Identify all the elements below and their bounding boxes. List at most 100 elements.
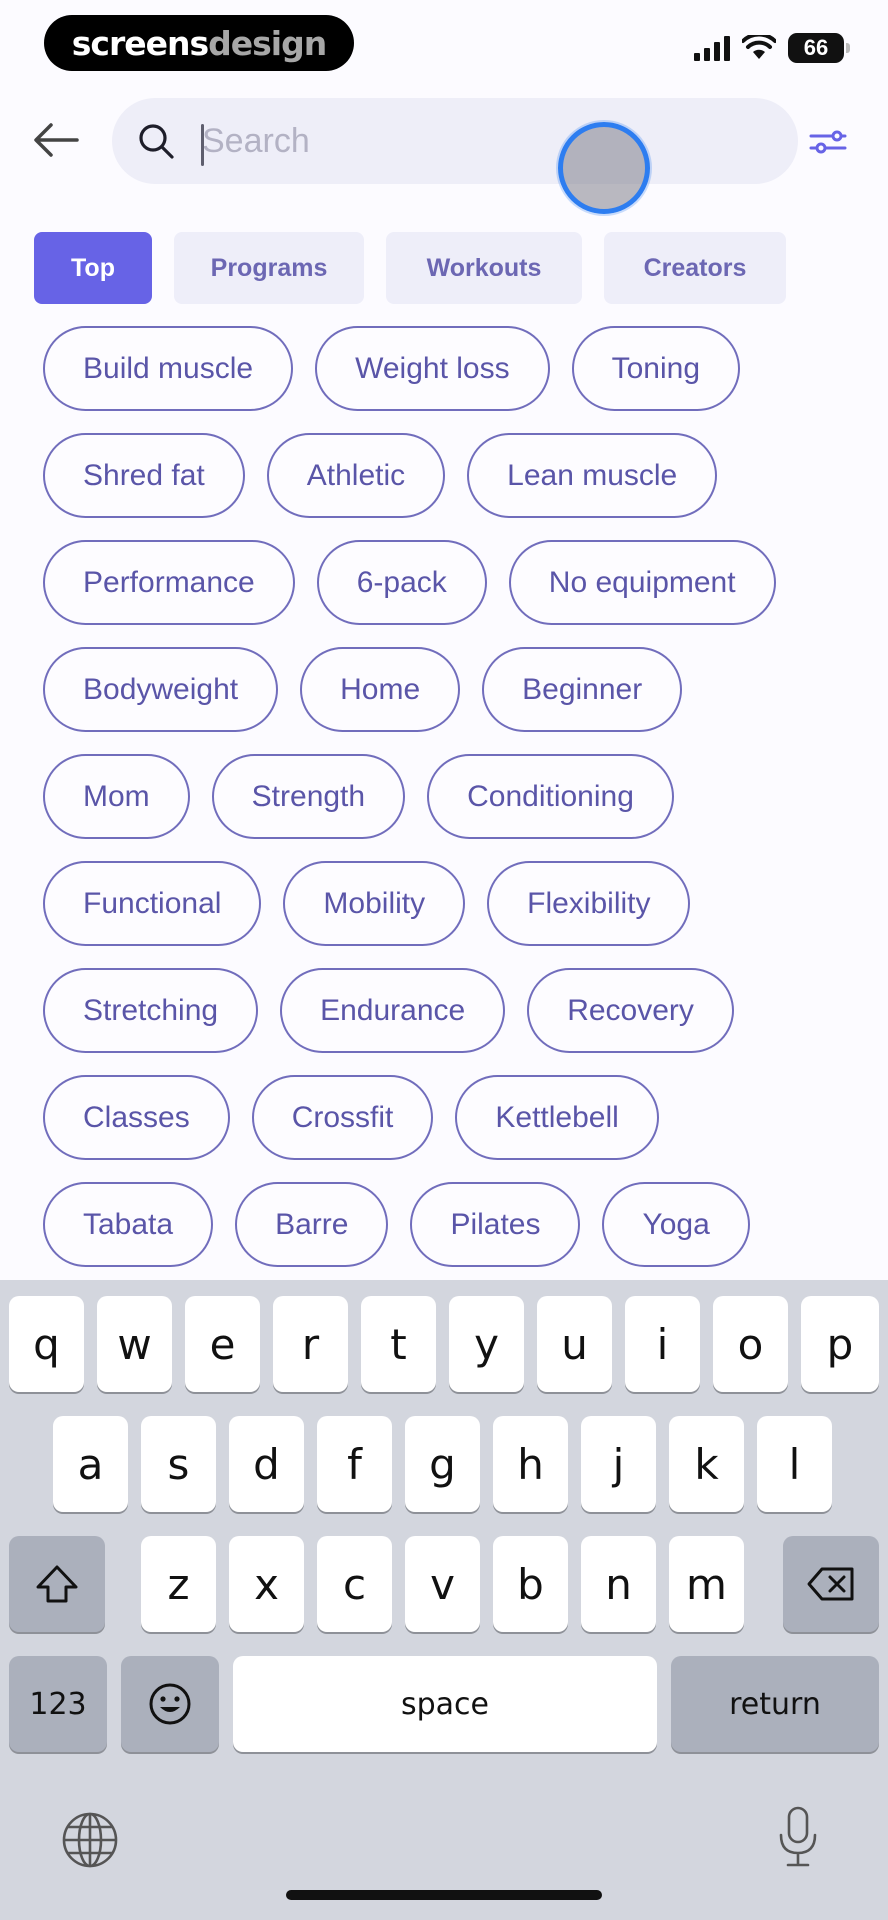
chip-mobility[interactable]: Mobility [283, 861, 466, 946]
space-key[interactable]: space [233, 1656, 657, 1752]
chip-shred-fat[interactable]: Shred fat [43, 433, 245, 518]
keyboard-row-4: 123 space return [0, 1656, 888, 1752]
chip-build-muscle[interactable]: Build muscle [43, 326, 294, 411]
chip-row: Stretching Endurance Recovery [43, 968, 863, 1075]
chip-row: Performance 6-pack No equipment [43, 540, 863, 647]
chip-mom[interactable]: Mom [43, 754, 190, 839]
chip-bodyweight[interactable]: Bodyweight [43, 647, 279, 732]
key-r[interactable]: r [273, 1296, 348, 1392]
chip-conditioning[interactable]: Conditioning [427, 754, 674, 839]
chip-barre[interactable]: Barre [235, 1182, 389, 1267]
key-c[interactable]: c [317, 1536, 392, 1632]
key-q[interactable]: q [9, 1296, 84, 1392]
key-j[interactable]: j [581, 1416, 656, 1512]
chip-recovery[interactable]: Recovery [527, 968, 734, 1053]
chip-toning[interactable]: Toning [571, 326, 740, 411]
touch-indicator [558, 122, 650, 214]
chip-classes[interactable]: Classes [43, 1075, 230, 1160]
status-bar: screens design 66 [0, 0, 888, 90]
key-m[interactable]: m [669, 1536, 744, 1632]
system-icons: 66 [694, 30, 850, 66]
chip-row: Build muscle Weight loss Toning [43, 326, 863, 433]
key-t[interactable]: t [361, 1296, 436, 1392]
chip-strength[interactable]: Strength [211, 754, 406, 839]
chip-row: Tabata Barre Pilates Yoga [43, 1182, 863, 1289]
chip-lean-muscle[interactable]: Lean muscle [467, 433, 718, 518]
onscreen-keyboard: q w e r t y u i o p a s d f g h j k l z … [0, 1280, 888, 1920]
battery-icon: 66 [788, 33, 850, 63]
key-o[interactable]: o [713, 1296, 788, 1392]
key-y[interactable]: y [449, 1296, 524, 1392]
globe-button[interactable] [60, 1810, 120, 1870]
text-caret [201, 124, 204, 166]
return-key[interactable]: return [671, 1656, 879, 1752]
chip-crossfit[interactable]: Crossfit [251, 1075, 434, 1160]
chip-kettlebell[interactable]: Kettlebell [455, 1075, 659, 1160]
chip-yoga[interactable]: Yoga [602, 1182, 750, 1267]
filter-button[interactable] [806, 120, 850, 164]
chip-weight-loss[interactable]: Weight loss [315, 326, 550, 411]
signal-icon [694, 35, 730, 61]
chip-6-pack[interactable]: 6-pack [316, 540, 487, 625]
smiley-icon [149, 1683, 191, 1725]
chip-flexibility[interactable]: Flexibility [487, 861, 691, 946]
key-p[interactable]: p [801, 1296, 879, 1392]
key-e[interactable]: e [185, 1296, 260, 1392]
home-indicator [286, 1890, 602, 1900]
key-f[interactable]: f [317, 1416, 392, 1512]
chip-athletic[interactable]: Athletic [266, 433, 446, 518]
chip-home[interactable]: Home [300, 647, 461, 732]
chip-row: Bodyweight Home Beginner [43, 647, 863, 754]
back-button[interactable] [28, 112, 84, 168]
tab-programs[interactable]: Programs [174, 232, 364, 304]
chip-endurance[interactable]: Endurance [280, 968, 506, 1053]
wifi-icon [742, 35, 776, 59]
key-x[interactable]: x [229, 1536, 304, 1632]
backspace-icon [807, 1567, 854, 1601]
key-k[interactable]: k [669, 1416, 744, 1512]
chip-performance[interactable]: Performance [43, 540, 295, 625]
key-i[interactable]: i [625, 1296, 700, 1392]
chip-stretching[interactable]: Stretching [43, 968, 259, 1053]
chip-tabata[interactable]: Tabata [43, 1182, 214, 1267]
shift-arrow-icon [36, 1565, 78, 1603]
keyboard-row-1: q w e r t y u i o p [0, 1296, 888, 1392]
microphone-icon [779, 1806, 817, 1867]
brand-part-1: screens [71, 23, 209, 63]
tab-workouts[interactable]: Workouts [386, 232, 582, 304]
sliders-icon [809, 130, 847, 154]
key-v[interactable]: v [405, 1536, 480, 1632]
chip-pilates[interactable]: Pilates [410, 1182, 581, 1267]
key-l[interactable]: l [757, 1416, 832, 1512]
emoji-key[interactable] [121, 1656, 219, 1752]
key-a[interactable]: a [53, 1416, 128, 1512]
key-u[interactable]: u [537, 1296, 612, 1392]
brand-logo: screens design [44, 15, 354, 71]
chip-beginner[interactable]: Beginner [482, 647, 683, 732]
brand-part-2: design [208, 23, 327, 63]
search-bar[interactable] [112, 98, 798, 184]
delete-key[interactable] [783, 1536, 879, 1632]
chip-row: Classes Crossfit Kettlebell [43, 1075, 863, 1182]
key-h[interactable]: h [493, 1416, 568, 1512]
dictation-button[interactable] [768, 1802, 828, 1872]
tab-top[interactable]: Top [34, 232, 152, 304]
globe-icon [62, 1812, 118, 1868]
key-s[interactable]: s [141, 1416, 216, 1512]
key-d[interactable]: d [229, 1416, 304, 1512]
search-input[interactable] [202, 112, 762, 170]
shift-key[interactable] [9, 1536, 105, 1632]
key-n[interactable]: n [581, 1536, 656, 1632]
key-z[interactable]: z [141, 1536, 216, 1632]
chip-no-equipment[interactable]: No equipment [508, 540, 776, 625]
category-tabs: Top Programs Workouts Creators [34, 232, 786, 304]
tab-creators[interactable]: Creators [604, 232, 786, 304]
chip-row: Mom Strength Conditioning [43, 754, 863, 861]
numbers-key[interactable]: 123 [9, 1656, 107, 1752]
key-w[interactable]: w [97, 1296, 172, 1392]
chip-functional[interactable]: Functional [43, 861, 262, 946]
chip-row: Shred fat Athletic Lean muscle [43, 433, 863, 540]
arrow-left-icon [34, 123, 79, 157]
key-b[interactable]: b [493, 1536, 568, 1632]
key-g[interactable]: g [405, 1416, 480, 1512]
